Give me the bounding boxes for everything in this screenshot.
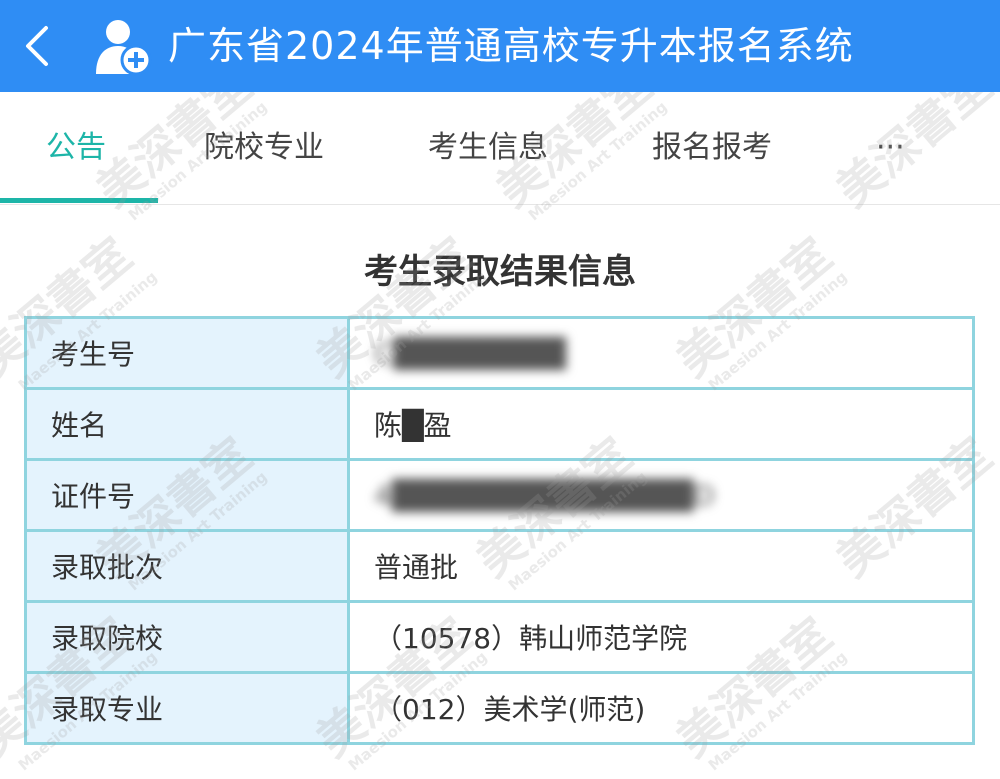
row-value-id-number: 4██████████████D [347, 458, 975, 532]
name-value: 陈█盈 [374, 409, 452, 442]
table-row: 录取批次 普通批 [24, 529, 975, 603]
row-value-admission-batch: 普通批 [347, 529, 975, 603]
id-number-value: 4██████████████D [374, 478, 715, 512]
tab-bar: 公告 院校专业 考生信息 报名报考 ··· [0, 92, 1000, 205]
admission-batch-value: 普通批 [374, 551, 459, 584]
admission-result-table: 考生号 C████████ 姓名 陈█盈 证件号 4██████████████… [24, 316, 975, 745]
tab-more[interactable]: ··· [876, 92, 905, 204]
table-row: 证件号 4██████████████D [24, 458, 975, 532]
page-title: 广东省2024年普通高校专升本报名系统 [168, 24, 854, 68]
row-value-exam-number: C████████ [347, 316, 975, 390]
row-label-admission-school: 录取院校 [24, 600, 350, 674]
row-label-admission-batch: 录取批次 [24, 529, 350, 603]
tab-student-info[interactable]: 考生信息 [428, 92, 548, 204]
row-label-id-number: 证件号 [24, 458, 350, 532]
row-value-name: 陈█盈 [347, 387, 975, 461]
tab-announcement[interactable]: 公告 [46, 92, 106, 204]
user-add-icon [96, 20, 152, 76]
table-row: 姓名 陈█盈 [24, 387, 975, 461]
table-row: 录取专业 （012）美术学(师范) [24, 671, 975, 745]
row-value-admission-major: （012）美术学(师范) [347, 671, 975, 745]
result-section-title: 考生录取结果信息 [364, 252, 636, 292]
app-header: 广东省2024年普通高校专升本报名系统 [0, 0, 1000, 92]
row-label-admission-major: 录取专业 [24, 671, 350, 745]
tab-schools-majors[interactable]: 院校专业 [204, 92, 324, 204]
admission-school-value: （10578）韩山师范学院 [374, 622, 688, 655]
tab-registration[interactable]: 报名报考 [652, 92, 772, 204]
exam-number-value: C████████ [374, 336, 566, 370]
table-row: 考生号 C████████ [24, 316, 975, 390]
table-row: 录取院校 （10578）韩山师范学院 [24, 600, 975, 674]
admission-major-value: （012）美术学(师范) [374, 693, 646, 726]
chevron-left-icon[interactable] [18, 22, 58, 70]
row-value-admission-school: （10578）韩山师范学院 [347, 600, 975, 674]
active-tab-indicator [0, 198, 158, 203]
row-label-exam-number: 考生号 [24, 316, 350, 390]
row-label-name: 姓名 [24, 387, 350, 461]
